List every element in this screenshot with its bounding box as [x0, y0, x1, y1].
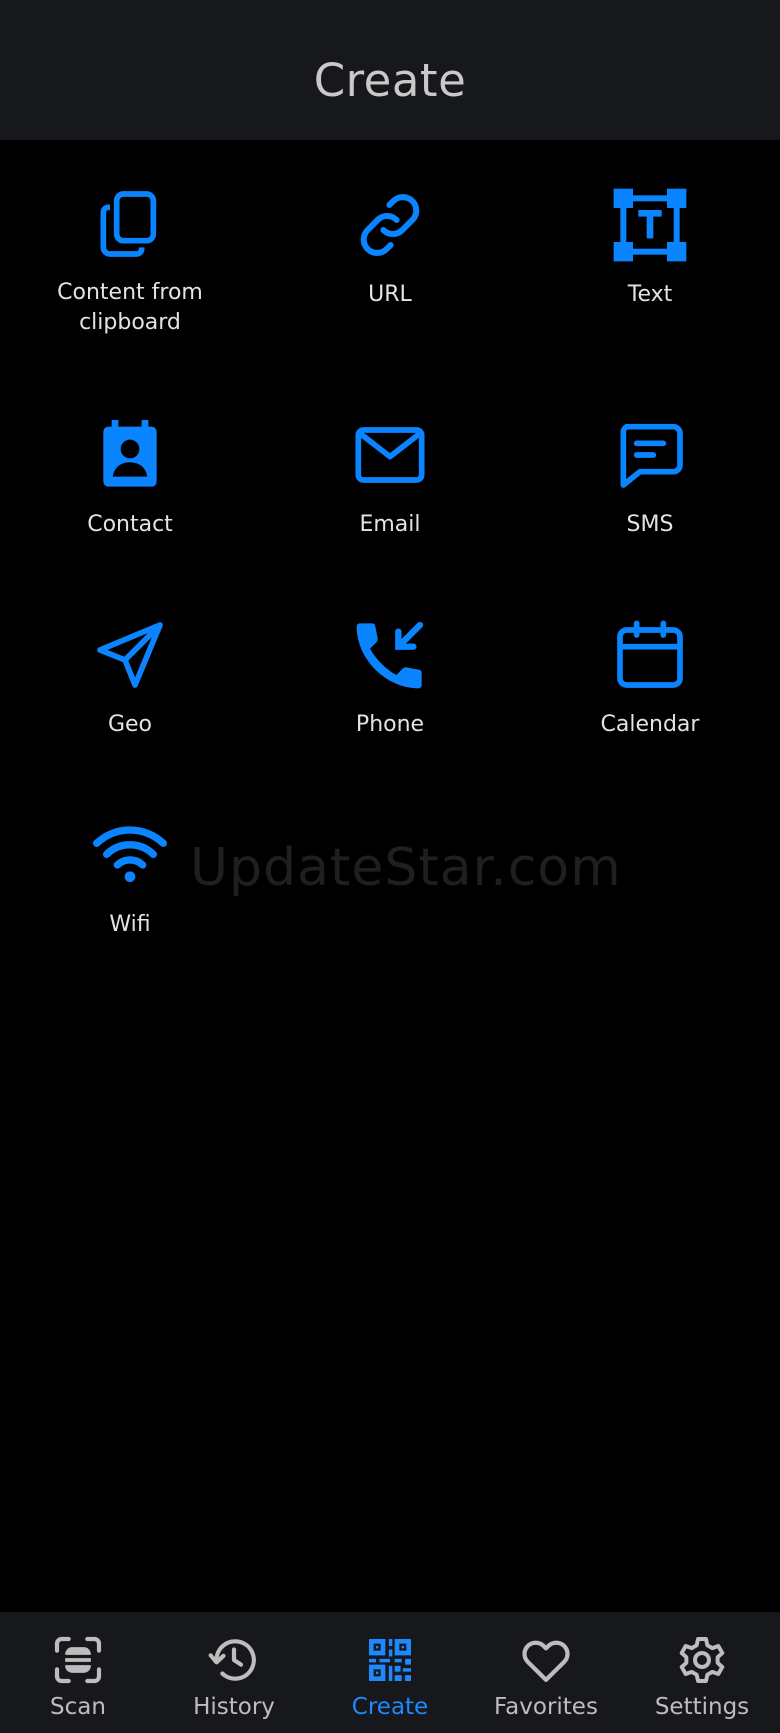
nav-create[interactable]: Create — [312, 1612, 468, 1733]
navigation-icon — [88, 614, 172, 696]
calendar-icon — [608, 614, 692, 696]
tile-label: SMS — [626, 512, 674, 537]
nav-scan[interactable]: Scan — [0, 1612, 156, 1733]
tile-email[interactable]: Email — [280, 370, 500, 540]
tile-label: Text — [627, 282, 673, 307]
nav-settings[interactable]: Settings — [624, 1612, 780, 1733]
wifi-icon — [88, 814, 172, 896]
tile-label: Email — [359, 512, 421, 537]
tile-label: Phone — [355, 712, 425, 737]
page-title: Create — [313, 54, 467, 107]
tile-contact[interactable]: Contact — [20, 370, 240, 540]
contact-icon — [88, 414, 172, 496]
tile-url[interactable]: URL — [280, 140, 500, 310]
nav-label: History — [193, 1694, 275, 1720]
tile-text[interactable]: Text — [540, 140, 760, 310]
tile-label: Wifi — [109, 912, 151, 937]
app-screen: Create Content from clipboard URL Text C… — [0, 0, 780, 1733]
nav-label: Settings — [654, 1694, 750, 1720]
tile-label: Content from clipboard — [57, 280, 203, 335]
tile-geo[interactable]: Geo — [20, 570, 240, 740]
link-icon — [348, 184, 432, 266]
message-icon — [608, 414, 692, 496]
tile-label: Calendar — [600, 712, 700, 737]
nav-label: Favorites — [494, 1694, 598, 1720]
mail-icon — [348, 414, 432, 496]
nav-label: Scan — [50, 1694, 106, 1720]
tile-calendar[interactable]: Calendar — [540, 570, 760, 740]
scan-icon — [50, 1632, 106, 1688]
nav-favorites[interactable]: Favorites — [468, 1612, 624, 1733]
copy-icon — [88, 184, 172, 264]
nav-history[interactable]: History — [156, 1612, 312, 1733]
text-box-icon — [608, 184, 692, 266]
app-header: Create — [0, 0, 780, 140]
tile-label: URL — [368, 282, 412, 307]
tile-phone[interactable]: Phone — [280, 570, 500, 740]
tile-label: Geo — [107, 712, 153, 737]
tile-label: Contact — [87, 512, 173, 537]
tile-sms[interactable]: SMS — [540, 370, 760, 540]
gear-icon — [674, 1632, 730, 1688]
history-icon — [206, 1632, 262, 1688]
phone-incoming-icon — [348, 614, 432, 696]
tile-clipboard[interactable]: Content from clipboard — [20, 140, 240, 335]
qr-code-icon — [362, 1632, 418, 1688]
heart-icon — [518, 1632, 574, 1688]
nav-label: Create — [351, 1694, 429, 1720]
bottom-navigation: Scan History Create Favorites Settings — [0, 1612, 780, 1733]
watermark: UpdateStar.com — [190, 838, 622, 898]
